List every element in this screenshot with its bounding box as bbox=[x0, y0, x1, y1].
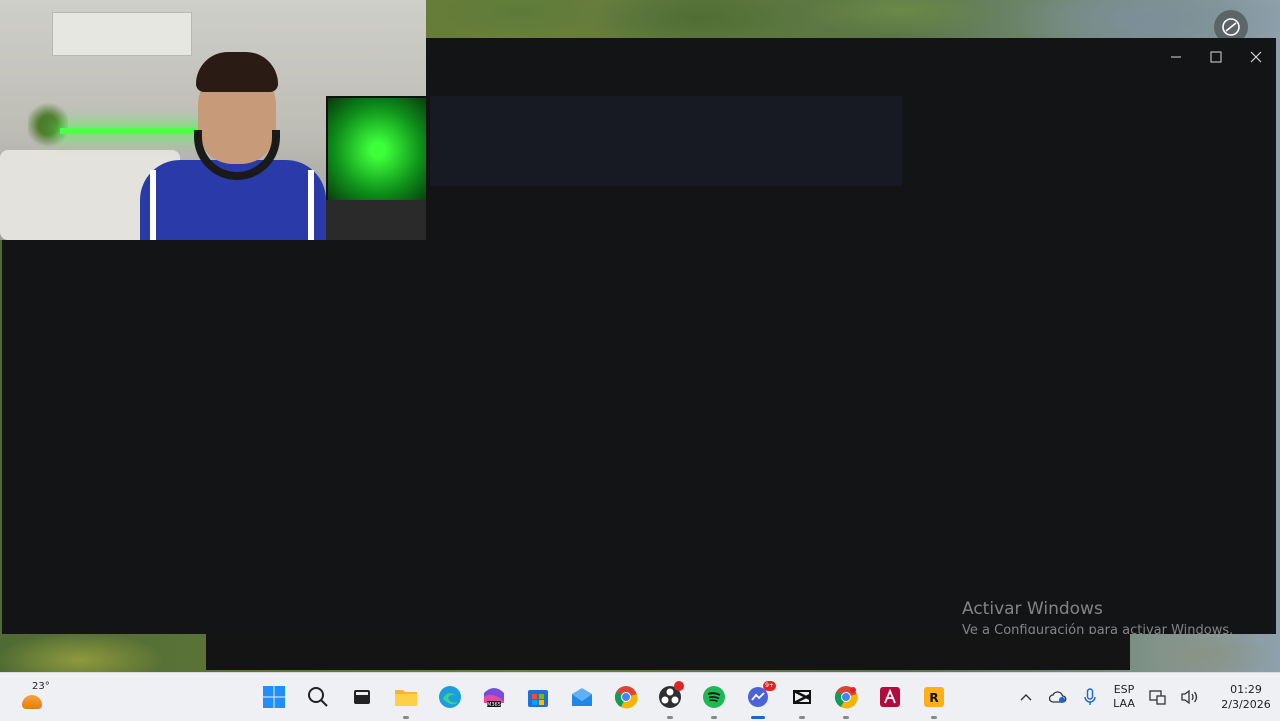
network-icon bbox=[1149, 690, 1166, 705]
start-button[interactable] bbox=[252, 679, 296, 715]
capcut-button[interactable] bbox=[780, 679, 824, 719]
jersey-stripe bbox=[308, 170, 314, 240]
file-explorer-button[interactable] bbox=[384, 679, 428, 719]
search-icon bbox=[308, 687, 328, 707]
weather-widget[interactable]: 23° bbox=[18, 681, 62, 713]
loading-placeholder bbox=[430, 96, 902, 186]
running-indicator bbox=[667, 716, 673, 719]
edge-button[interactable] bbox=[428, 679, 472, 715]
minimize-button[interactable] bbox=[1156, 38, 1196, 76]
folder-icon bbox=[395, 690, 417, 706]
language-code: ESP bbox=[1113, 683, 1135, 696]
language-indicator[interactable]: ESP LAA bbox=[1106, 683, 1142, 711]
minimize-icon bbox=[1171, 56, 1181, 58]
svg-text:R: R bbox=[929, 691, 938, 705]
rockstar-button[interactable]: R bbox=[912, 679, 956, 719]
clock-date: 2/3/2026 bbox=[1221, 698, 1271, 711]
spotify-button[interactable] bbox=[692, 679, 736, 719]
keyboard-layout: LAA bbox=[1113, 697, 1135, 710]
wall-picture bbox=[52, 12, 192, 56]
obs-button[interactable] bbox=[648, 679, 692, 719]
m365-button[interactable]: M365 bbox=[472, 679, 516, 715]
task-view-icon bbox=[354, 690, 370, 704]
show-hidden-icons-button[interactable] bbox=[1010, 679, 1042, 715]
volume-icon bbox=[1181, 689, 1198, 705]
spotify-icon bbox=[703, 686, 725, 708]
running-indicator bbox=[931, 716, 937, 719]
webcam-overlay bbox=[0, 0, 426, 240]
app-window[interactable] bbox=[2, 38, 1276, 634]
edge-icon bbox=[439, 686, 461, 708]
chevron-up-icon bbox=[1020, 694, 1032, 701]
messenger-badge: 9+ bbox=[763, 681, 776, 691]
chrome-button[interactable] bbox=[604, 679, 648, 715]
windows-icon bbox=[263, 686, 285, 708]
chrome-icon bbox=[834, 686, 858, 709]
adobe-app-button[interactable] bbox=[868, 679, 912, 715]
running-indicator bbox=[403, 716, 409, 719]
taskbar: 23° M365 9+ R ESP LAA 01:29 2/3/2026 bbox=[0, 672, 1280, 721]
weather-icon bbox=[22, 695, 42, 709]
app-window-body bbox=[2, 240, 426, 634]
cloud-icon bbox=[1049, 691, 1067, 703]
svg-text:M365: M365 bbox=[487, 702, 501, 708]
volume-button[interactable] bbox=[1174, 679, 1206, 715]
active-indicator bbox=[751, 716, 765, 719]
running-indicator bbox=[843, 716, 849, 719]
m365-icon: M365 bbox=[484, 688, 504, 708]
aquarium bbox=[326, 96, 426, 204]
maximize-icon bbox=[1210, 51, 1222, 63]
notification-badge bbox=[674, 681, 684, 691]
system-tray: ESP LAA 01:29 2/3/2026 bbox=[1010, 679, 1278, 715]
search-button[interactable] bbox=[296, 679, 340, 715]
microphone-icon bbox=[1084, 688, 1096, 705]
microphone-button[interactable] bbox=[1074, 679, 1106, 715]
network-button[interactable] bbox=[1142, 679, 1174, 715]
outlook-button[interactable] bbox=[560, 679, 604, 715]
close-button[interactable] bbox=[1236, 38, 1276, 76]
store-button[interactable] bbox=[516, 679, 560, 715]
person-hair bbox=[196, 52, 278, 92]
running-indicator bbox=[799, 716, 805, 719]
rockstar-icon: R bbox=[924, 687, 944, 707]
window-controls bbox=[1156, 38, 1276, 76]
taskbar-apps: M365 9+ R bbox=[252, 679, 956, 719]
weather-temperature: 23° bbox=[32, 681, 50, 692]
adobe-icon bbox=[880, 687, 900, 707]
clock-time: 01:29 bbox=[1230, 683, 1262, 696]
close-icon bbox=[1250, 51, 1262, 63]
plant bbox=[28, 100, 68, 150]
chrome-profile-button[interactable] bbox=[824, 679, 868, 719]
outlook-icon bbox=[572, 688, 592, 706]
store-icon bbox=[528, 690, 548, 707]
task-view-button[interactable] bbox=[340, 679, 384, 715]
onedrive-button[interactable] bbox=[1042, 679, 1074, 715]
messenger-button[interactable]: 9+ bbox=[736, 679, 780, 719]
desktop-strip bbox=[206, 634, 1130, 670]
chrome-icon bbox=[614, 686, 638, 709]
maximize-button[interactable] bbox=[1196, 38, 1236, 76]
jersey-stripe bbox=[150, 170, 156, 240]
capcut-icon bbox=[793, 689, 811, 705]
running-indicator bbox=[711, 716, 717, 719]
watermark-title: Activar Windows bbox=[962, 599, 1103, 619]
clock[interactable]: 01:29 2/3/2026 bbox=[1214, 682, 1278, 712]
